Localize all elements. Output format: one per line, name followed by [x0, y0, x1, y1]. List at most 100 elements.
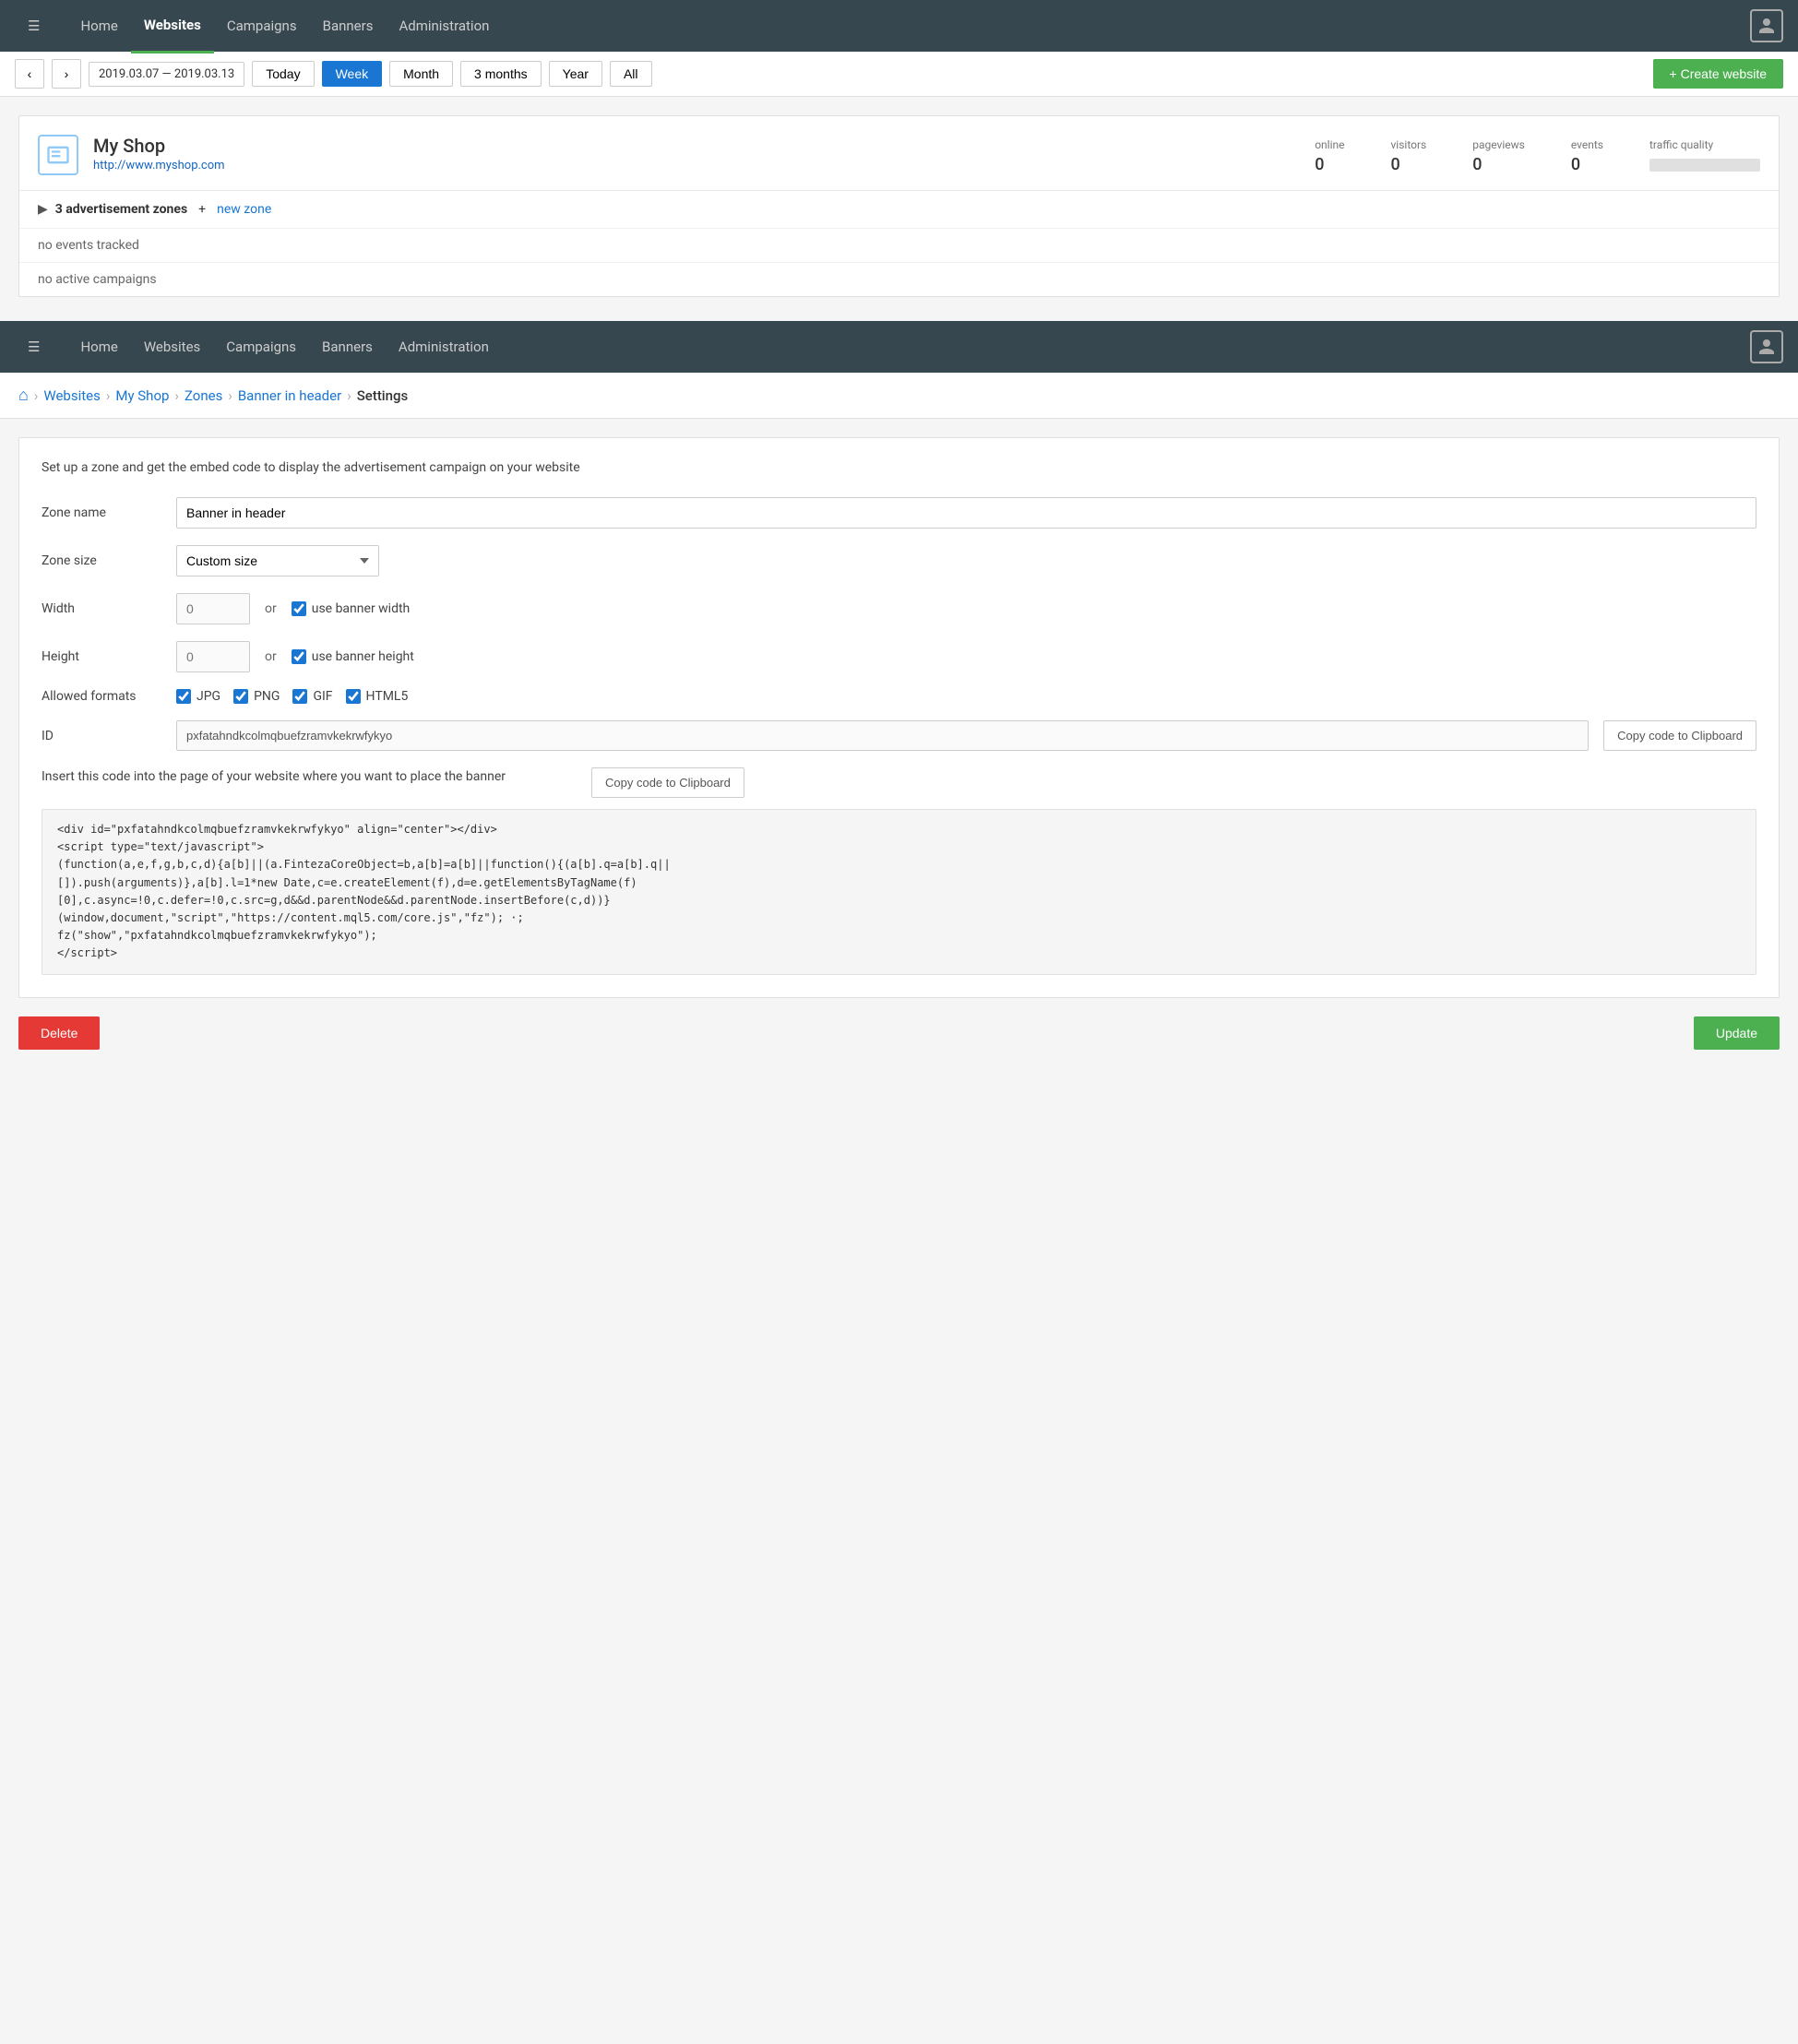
- zone-name-input[interactable]: [176, 497, 1756, 529]
- zone-size-select[interactable]: Custom size Banner (468x60) Leaderboard …: [176, 545, 379, 576]
- zone-form: Set up a zone and get the embed code to …: [18, 437, 1780, 998]
- zone-name-label: Zone name: [42, 505, 161, 520]
- stat-traffic: traffic quality: [1649, 138, 1760, 174]
- expand-icon[interactable]: ▶: [38, 202, 48, 217]
- avatar-icon-1[interactable]: [1750, 9, 1783, 42]
- format-gif: GIF: [292, 689, 332, 704]
- events-value: 0: [1571, 155, 1603, 174]
- stat-visitors: visitors 0: [1390, 138, 1426, 174]
- create-website-button[interactable]: + Create website: [1653, 59, 1783, 89]
- width-checkbox-group: use banner width: [292, 601, 411, 616]
- online-value: 0: [1315, 155, 1344, 174]
- year-button[interactable]: Year: [549, 61, 602, 87]
- jpg-checkbox[interactable]: [176, 689, 191, 704]
- visitors-value: 0: [1390, 155, 1426, 174]
- stats-row: online 0 visitors 0 pageviews 0 events 0…: [1315, 135, 1760, 174]
- height-checkbox[interactable]: [292, 649, 306, 664]
- copy-id-button[interactable]: Copy code to Clipboard: [1603, 720, 1756, 751]
- visitors-label: visitors: [1390, 138, 1426, 151]
- nav2-home[interactable]: Home: [67, 321, 130, 373]
- prev-period-button[interactable]: ‹: [15, 59, 44, 89]
- stat-events: events 0: [1571, 138, 1603, 174]
- width-row: Width or use banner width: [42, 593, 1756, 624]
- three-months-button[interactable]: 3 months: [460, 61, 542, 87]
- sep0: ›: [34, 387, 39, 404]
- website-url[interactable]: http://www.myshop.com: [93, 159, 1300, 172]
- date-toolbar: ‹ › 2019.03.07 — 2019.03.13 Today Week M…: [0, 52, 1798, 97]
- pageviews-label: pageviews: [1472, 138, 1525, 151]
- next-period-button[interactable]: ›: [52, 59, 81, 89]
- gif-checkbox[interactable]: [292, 689, 307, 704]
- stat-online: online 0: [1315, 138, 1344, 174]
- embed-description-row: Insert this code into the page of your w…: [42, 767, 1756, 798]
- breadcrumb-banner[interactable]: Banner in header: [238, 387, 341, 404]
- html5-checkbox[interactable]: [346, 689, 361, 704]
- breadcrumb-zones[interactable]: Zones: [185, 387, 222, 404]
- png-checkbox[interactable]: [233, 689, 248, 704]
- breadcrumb-websites[interactable]: Websites: [43, 387, 100, 404]
- breadcrumb-myshop[interactable]: My Shop: [115, 387, 169, 404]
- breadcrumb-settings: Settings: [357, 387, 409, 404]
- width-use-label: use banner width: [312, 601, 411, 616]
- traffic-bar: [1649, 159, 1760, 172]
- week-button[interactable]: Week: [322, 61, 383, 87]
- sep4: ›: [347, 387, 351, 404]
- website-header: My Shop http://www.myshop.com online 0 v…: [19, 116, 1779, 191]
- formats-row: Allowed formats JPG PNG GIF HTML5: [42, 689, 1756, 704]
- all-button[interactable]: All: [610, 61, 652, 87]
- height-label: Height: [42, 649, 161, 664]
- id-row: ID Copy code to Clipboard: [42, 720, 1756, 751]
- zones-label: 3 advertisement zones: [55, 202, 187, 217]
- jpg-label: JPG: [196, 689, 220, 704]
- delete-button[interactable]: Delete: [18, 1016, 100, 1050]
- zone-size-row: Zone size Custom size Banner (468x60) Le…: [42, 545, 1756, 576]
- nav1-administration[interactable]: Administration: [386, 0, 502, 52]
- width-checkbox[interactable]: [292, 601, 306, 616]
- top-navbar-1: ☰ Home Websites Campaigns Banners Admini…: [0, 0, 1798, 52]
- id-input-group: [176, 720, 1589, 751]
- id-label: ID: [42, 729, 161, 743]
- nav1-banners[interactable]: Banners: [310, 0, 387, 52]
- section2: ☰ Home Websites Campaigns Banners Admini…: [0, 321, 1798, 1050]
- stat-pageviews: pageviews 0: [1472, 138, 1525, 174]
- no-events-row: no events tracked: [19, 229, 1779, 263]
- pageviews-value: 0: [1472, 155, 1525, 174]
- nav2-websites[interactable]: Websites: [131, 321, 213, 373]
- nav2-campaigns[interactable]: Campaigns: [213, 321, 309, 373]
- height-checkbox-group: use banner height: [292, 649, 414, 664]
- nav2-banners[interactable]: Banners: [309, 321, 386, 373]
- embed-copy-button[interactable]: Copy code to Clipboard: [591, 767, 744, 798]
- nav1-websites[interactable]: Websites: [131, 0, 214, 53]
- html5-label: HTML5: [366, 689, 409, 704]
- new-zone-link[interactable]: new zone: [217, 202, 271, 217]
- no-campaigns-row: no active campaigns: [19, 263, 1779, 296]
- update-button[interactable]: Update: [1694, 1016, 1780, 1050]
- format-html5: HTML5: [346, 689, 409, 704]
- format-jpg: JPG: [176, 689, 220, 704]
- menu-icon-2[interactable]: ☰: [15, 321, 53, 373]
- bottom-actions: Delete Update: [18, 1016, 1780, 1050]
- embed-description: Insert this code into the page of your w…: [42, 767, 577, 787]
- websites-section: My Shop http://www.myshop.com online 0 v…: [0, 97, 1798, 306]
- traffic-label: traffic quality: [1649, 138, 1760, 151]
- month-button[interactable]: Month: [389, 61, 453, 87]
- avatar-icon-2[interactable]: [1750, 330, 1783, 363]
- events-label: events: [1571, 138, 1603, 151]
- form-description: Set up a zone and get the embed code to …: [42, 460, 1756, 475]
- sep3: ›: [228, 387, 232, 404]
- breadcrumb: ⌂ › Websites › My Shop › Zones › Banner …: [0, 373, 1798, 419]
- date-range-display: 2019.03.07 — 2019.03.13: [89, 62, 244, 87]
- id-input[interactable]: [176, 720, 1589, 751]
- nav1-campaigns[interactable]: Campaigns: [214, 0, 310, 52]
- today-button[interactable]: Today: [252, 61, 314, 87]
- embed-code-block[interactable]: <div id="pxfatahndkcolmqbuefzramvkekrwfy…: [42, 809, 1756, 975]
- height-input[interactable]: [176, 641, 250, 672]
- width-input[interactable]: [176, 593, 250, 624]
- menu-icon-1[interactable]: ☰: [15, 0, 53, 52]
- home-icon[interactable]: ⌂: [18, 386, 29, 405]
- nav1-home[interactable]: Home: [67, 0, 130, 52]
- website-card: My Shop http://www.myshop.com online 0 v…: [18, 115, 1780, 297]
- online-label: online: [1315, 138, 1344, 151]
- nav2-administration[interactable]: Administration: [386, 321, 502, 373]
- zone-size-label: Zone size: [42, 553, 161, 568]
